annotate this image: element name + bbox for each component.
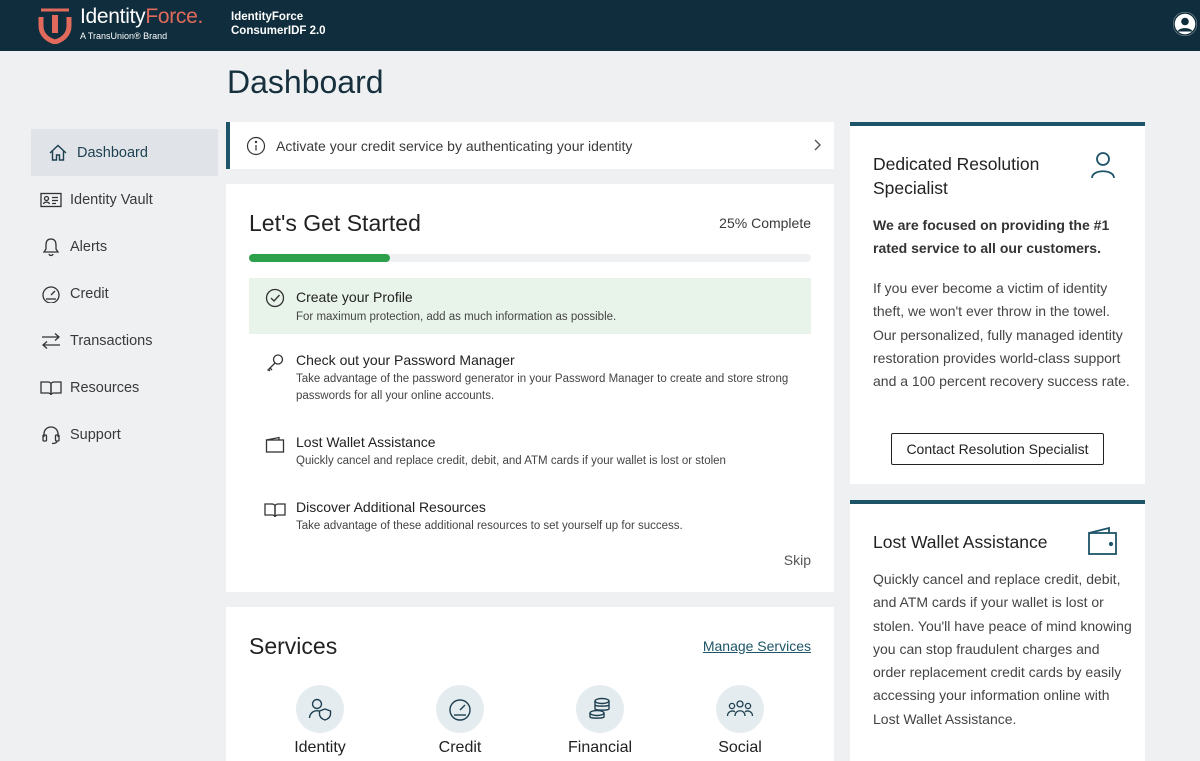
task-password-manager[interactable]: Check out your Password Manager Take adv… (249, 352, 811, 405)
gauge-icon (40, 283, 62, 305)
service-credit[interactable]: Credit (410, 685, 510, 757)
sidebar-item-label: Resources (70, 379, 140, 396)
sidebar-nav: Dashboard Identity Vault Alerts Credit T… (31, 129, 218, 458)
sidebar-item-label: Transactions (70, 332, 153, 349)
brand-force: Force (145, 5, 198, 28)
sidebar-item-dashboard[interactable]: Dashboard (31, 129, 218, 176)
product-name: IdentityForce ConsumerIDF 2.0 (231, 10, 326, 38)
arrows-icon (40, 330, 62, 352)
sidebar-item-label: Identity Vault (70, 191, 153, 208)
people-icon (716, 685, 764, 733)
user-avatar-icon[interactable] (1173, 12, 1197, 36)
resolution-specialist-card: Dedicated Resolution Specialist We are f… (850, 122, 1145, 484)
headset-icon (40, 424, 62, 446)
specialist-tagline: We are focused on providing the #1 rated… (873, 217, 1110, 256)
wallet-description: Quickly cancel and replace credit, debit… (873, 571, 1132, 727)
service-identity[interactable]: Identity (270, 685, 370, 757)
brand-mark: . (197, 5, 204, 28)
sidebar-item-credit[interactable]: Credit (31, 270, 218, 317)
sidebar-item-resources[interactable]: Resources (31, 364, 218, 411)
task-description: Take advantage of these additional resou… (296, 520, 683, 532)
task-title: Check out your Password Manager (296, 352, 515, 368)
key-icon (264, 352, 286, 374)
lost-wallet-card: Lost Wallet Assistance Quickly cancel an… (850, 500, 1145, 761)
identity-shield-icon (296, 685, 344, 733)
service-label: Financial (567, 739, 633, 756)
check-circle-icon (264, 287, 286, 309)
specialist-title: Dedicated Resolution Specialist (873, 154, 1040, 198)
sidebar-item-label: Credit (70, 285, 109, 302)
home-icon (47, 142, 69, 164)
task-create-profile[interactable]: Create your Profile For maximum protecti… (249, 278, 811, 334)
coins-icon (576, 685, 624, 733)
manage-services-link[interactable]: Manage Services (703, 638, 811, 654)
progress-label: 25% Complete (719, 215, 811, 231)
task-description: For maximum protection, add as much info… (296, 311, 617, 323)
book-icon (264, 499, 286, 521)
task-title: Lost Wallet Assistance (296, 434, 436, 450)
sidebar-item-support[interactable]: Support (31, 411, 218, 458)
wallet-icon (1087, 526, 1119, 556)
progress-bar (249, 254, 811, 262)
getting-started-title: Let's Get Started (249, 210, 421, 236)
top-bar: IdentityForce. A TransUnion® Brand Ident… (0, 0, 1200, 51)
product-line-2: ConsumerIDF 2.0 (231, 25, 326, 37)
task-description: Take advantage of the password generator… (296, 373, 789, 402)
services-title: Services (249, 633, 338, 659)
service-label: Social (718, 739, 762, 756)
wallet-title: Lost Wallet Assistance (873, 532, 1048, 552)
progress-fill (249, 254, 390, 262)
service-financial[interactable]: Financial (550, 685, 650, 757)
specialist-description: If you ever become a victim of identity … (873, 280, 1130, 390)
task-description: Quickly cancel and replace credit, debit… (296, 455, 726, 467)
service-social[interactable]: Social (690, 685, 790, 757)
chevron-right-icon[interactable] (812, 138, 822, 152)
brand-identity: Identity (80, 5, 146, 28)
sidebar-item-label: Support (70, 426, 121, 443)
wallet-icon (264, 434, 286, 456)
task-lost-wallet[interactable]: Lost Wallet Assistance Quickly cancel an… (249, 434, 811, 470)
task-additional-resources[interactable]: Discover Additional Resources Take advan… (249, 499, 811, 535)
activate-credit-banner[interactable]: Activate your credit service by authenti… (226, 122, 834, 169)
skip-link[interactable]: Skip (784, 552, 811, 568)
services-card: Services Manage Services Identity Credit… (226, 607, 834, 761)
id-card-icon (40, 189, 62, 211)
contact-specialist-button[interactable]: Contact Resolution Specialist (891, 433, 1104, 465)
gauge-icon (436, 685, 484, 733)
sidebar-item-label: Alerts (70, 238, 108, 255)
bell-icon (40, 236, 62, 258)
person-icon (1089, 150, 1117, 180)
sidebar-item-label: Dashboard (77, 144, 148, 161)
service-label: Credit (438, 739, 482, 756)
task-title: Create your Profile (296, 289, 413, 305)
sidebar-item-alerts[interactable]: Alerts (31, 223, 218, 270)
service-label: Identity (294, 739, 346, 756)
getting-started-card: Let's Get Started 25% Complete Create yo… (226, 184, 834, 592)
book-icon (40, 377, 62, 399)
page-title: Dashboard (227, 64, 384, 100)
brand-subtitle: A TransUnion® Brand (80, 31, 168, 41)
product-line-1: IdentityForce (231, 11, 304, 23)
identityforce-logo-icon[interactable] (38, 6, 72, 44)
sidebar-item-identity-vault[interactable]: Identity Vault (31, 176, 218, 223)
info-icon (246, 136, 266, 156)
task-title: Discover Additional Resources (296, 499, 486, 515)
sidebar-item-transactions[interactable]: Transactions (31, 317, 218, 364)
brand-text: IdentityForce. A TransUnion® Brand (80, 4, 203, 42)
banner-text: Activate your credit service by authenti… (276, 137, 633, 154)
